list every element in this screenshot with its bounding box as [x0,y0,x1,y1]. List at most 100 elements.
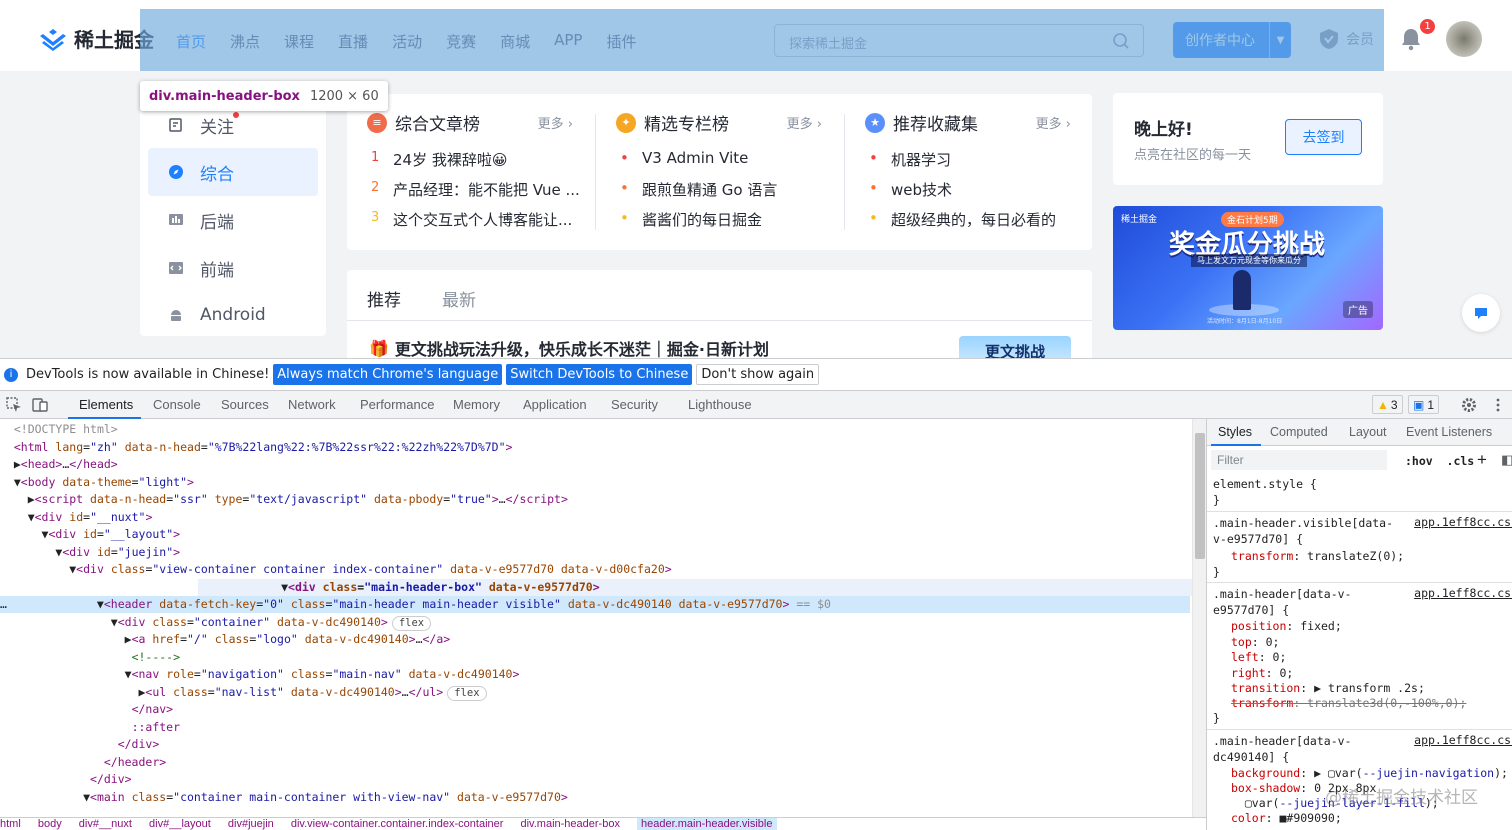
css-declaration[interactable]: left: 0; [1231,649,1286,665]
tab-security[interactable]: Security [611,397,658,412]
breadcrumb-item[interactable]: div#__layout [149,818,211,830]
css-source-link[interactable]: app.1eff8cc.css [1414,733,1512,747]
vip-link[interactable]: 会员 [1318,28,1374,50]
styles-filter-input[interactable]: Filter [1211,450,1387,470]
chat-icon[interactable] [1462,294,1500,332]
css-declaration[interactable]: position: fixed; [1231,618,1342,634]
nav-item-pins[interactable]: 沸点 [230,31,260,52]
search-icon[interactable] [1111,31,1131,51]
list-item[interactable]: • V3 Admin Vite [620,149,830,167]
tab-network[interactable]: Network [288,397,336,412]
nav-item-home[interactable]: 首页 [176,31,206,52]
messages-counter[interactable]: ▣ 1 [1408,395,1440,414]
list-item[interactable]: 3 这个交互式个人博客能让... [371,209,581,230]
css-declaration-overridden[interactable]: transform: translate3d(0,-100%,0); [1231,695,1466,711]
add-rule-icon[interactable]: + [1477,450,1487,470]
list-item[interactable]: 2 产品经理：能不能把 Vue ... [371,179,581,200]
avatar[interactable] [1446,21,1482,57]
css-source-link[interactable]: app.1eff8cc.css [1414,586,1512,600]
more-link[interactable]: 更多 › [1036,113,1071,132]
dom-node[interactable]: ▼<div class="container" data-v-dc490140>… [0,614,1190,631]
device-toolbar-icon[interactable] [32,397,48,413]
css-declaration[interactable]: top: 0; [1231,634,1279,650]
tab-lighthouse[interactable]: Lighthouse [688,397,752,412]
list-item[interactable]: • 酱酱们的每日掘金 [620,209,830,230]
tab-computed[interactable]: Computed [1270,425,1328,439]
sidebar-item-frontend[interactable]: 前端 [148,244,318,292]
nav-item-events[interactable]: 活动 [392,31,422,52]
scrollbar-thumb[interactable] [1195,433,1205,559]
dom-node[interactable]: ▶<head>…</head> [0,456,1190,473]
nav-item-shop[interactable]: 商城 [500,31,530,52]
nav-item-courses[interactable]: 课程 [284,31,314,52]
signin-button[interactable]: 去签到 [1285,119,1362,155]
breadcrumb-item[interactable]: body [38,818,62,830]
post-banner-button[interactable]: 更文挑战 [959,336,1071,358]
nav-item-live[interactable]: 直播 [338,31,368,52]
tab-application[interactable]: Application [523,397,587,412]
gear-icon[interactable] [1461,397,1477,413]
dom-node[interactable]: </div> [0,736,1190,753]
ranking-title[interactable]: ≡ 综合文章榜 [367,110,480,135]
list-item[interactable]: • web技术 [869,179,1079,200]
switch-language-button[interactable]: Switch DevTools to Chinese [506,364,693,385]
dom-node[interactable]: ▼<body data-theme="light"> [0,474,1190,491]
match-language-button[interactable]: Always match Chrome's language [273,364,503,385]
elements-tree[interactable]: <!DOCTYPE html> <html lang="zh" data-n-h… [0,419,1192,819]
css-declaration[interactable]: transition: ▶ transform .2s; [1231,680,1425,696]
breadcrumb-item[interactable]: div#juejin [228,818,274,830]
css-declaration[interactable]: background: ▶ ▢var(--juejin-navigation); [1231,765,1508,781]
elements-scrollbar[interactable] [1192,419,1206,817]
dom-node[interactable]: ▼<main class="container main-container w… [0,789,1190,806]
css-declaration[interactable]: transform: translateZ(0); [1231,548,1404,564]
dom-node-selected[interactable]: … ▼<header data-fetch-key="0" class="mai… [0,596,1190,613]
nav-item-app[interactable]: APP [554,31,582,52]
dom-node[interactable]: </div> [0,771,1190,788]
tab-memory[interactable]: Memory [453,397,500,412]
tab-recommended[interactable]: 推荐 [367,286,401,311]
css-declaration[interactable]: right: 0; [1231,665,1293,681]
breadcrumb-item[interactable]: html [0,818,21,830]
dom-node[interactable]: <!----> [0,649,1190,666]
more-options-icon[interactable] [1490,397,1506,413]
tab-styles[interactable]: Styles [1218,425,1252,439]
list-item[interactable]: • 超级经典的，每日必看的 [869,209,1079,230]
toggle-sidebar-icon[interactable]: ◧ [1501,452,1512,468]
dont-show-again-button[interactable]: Don't show again [696,364,820,385]
dom-node[interactable]: <!DOCTYPE html> [0,421,1190,438]
more-link[interactable]: 更多 › [787,113,822,132]
dom-node[interactable]: ▼<div id="__nuxt"> [0,509,1190,526]
tab-console[interactable]: Console [153,397,201,412]
ad-banner[interactable]: 稀土掘金 金石计划5期 奖金瓜分挑战 马上发文万元现金等你来瓜分 活动时间：8月… [1113,206,1383,330]
hov-cls-toggles[interactable]: :hov .cls [1405,454,1474,468]
dom-node[interactable]: ▶<a href="/" class="logo" data-v-dc49014… [0,631,1190,648]
dom-node[interactable]: <html lang="zh" data-n-head="%7B%22lang%… [0,439,1190,456]
more-link[interactable]: 更多 › [538,113,573,132]
warnings-counter[interactable]: ▲ 3 [1372,395,1403,414]
dom-node[interactable]: ::after [0,719,1190,736]
breadcrumb-item-current[interactable]: header.main-header.visible [637,818,777,830]
tab-event-listeners[interactable]: Event Listeners [1406,425,1492,439]
sidebar-item-recommended[interactable]: 综合 [148,148,318,196]
dom-node[interactable]: ▼<nav role="navigation" class="main-nav"… [0,666,1190,683]
dom-node[interactable]: ▼<div class="view-container container in… [0,561,1190,578]
list-item[interactable]: 1 24岁 我裸辞啦😀 [371,149,581,170]
sidebar-item-android[interactable]: Android [148,291,318,339]
nav-item-plugins[interactable]: 插件 [606,31,636,52]
search-input[interactable]: 探索稀土掘金 [774,24,1144,57]
css-declaration[interactable]: color: ■#909090; [1231,810,1342,826]
post-title[interactable]: 🎁 更文挑战玩法升级，快乐成长不迷茫｜掘金·日新计划 [369,336,769,359]
list-item[interactable]: • 跟煎鱼精通 Go 语言 [620,179,830,200]
tab-layout[interactable]: Layout [1349,425,1387,439]
tab-elements[interactable]: Elements [79,397,133,412]
dom-node[interactable]: </nav> [0,701,1190,718]
nav-item-contests[interactable]: 竞赛 [446,31,476,52]
dom-node[interactable]: ▼<div class="main-header-box" data-v-e95… [198,579,1192,596]
breadcrumb-item[interactable]: div.view-container.container.index-conta… [291,818,504,830]
chevron-down-icon[interactable]: ▼ [1269,22,1291,58]
sidebar-item-backend[interactable]: 后端 [148,196,318,244]
dom-node[interactable]: ▶<ul class="nav-list" data-v-dc490140>…<… [0,684,1190,701]
dom-node[interactable]: ▼<div id="juejin"> [0,544,1190,561]
dom-node[interactable]: ▶<script data-n-head="ssr" type="text/ja… [0,491,1190,508]
tab-sources[interactable]: Sources [221,397,269,412]
